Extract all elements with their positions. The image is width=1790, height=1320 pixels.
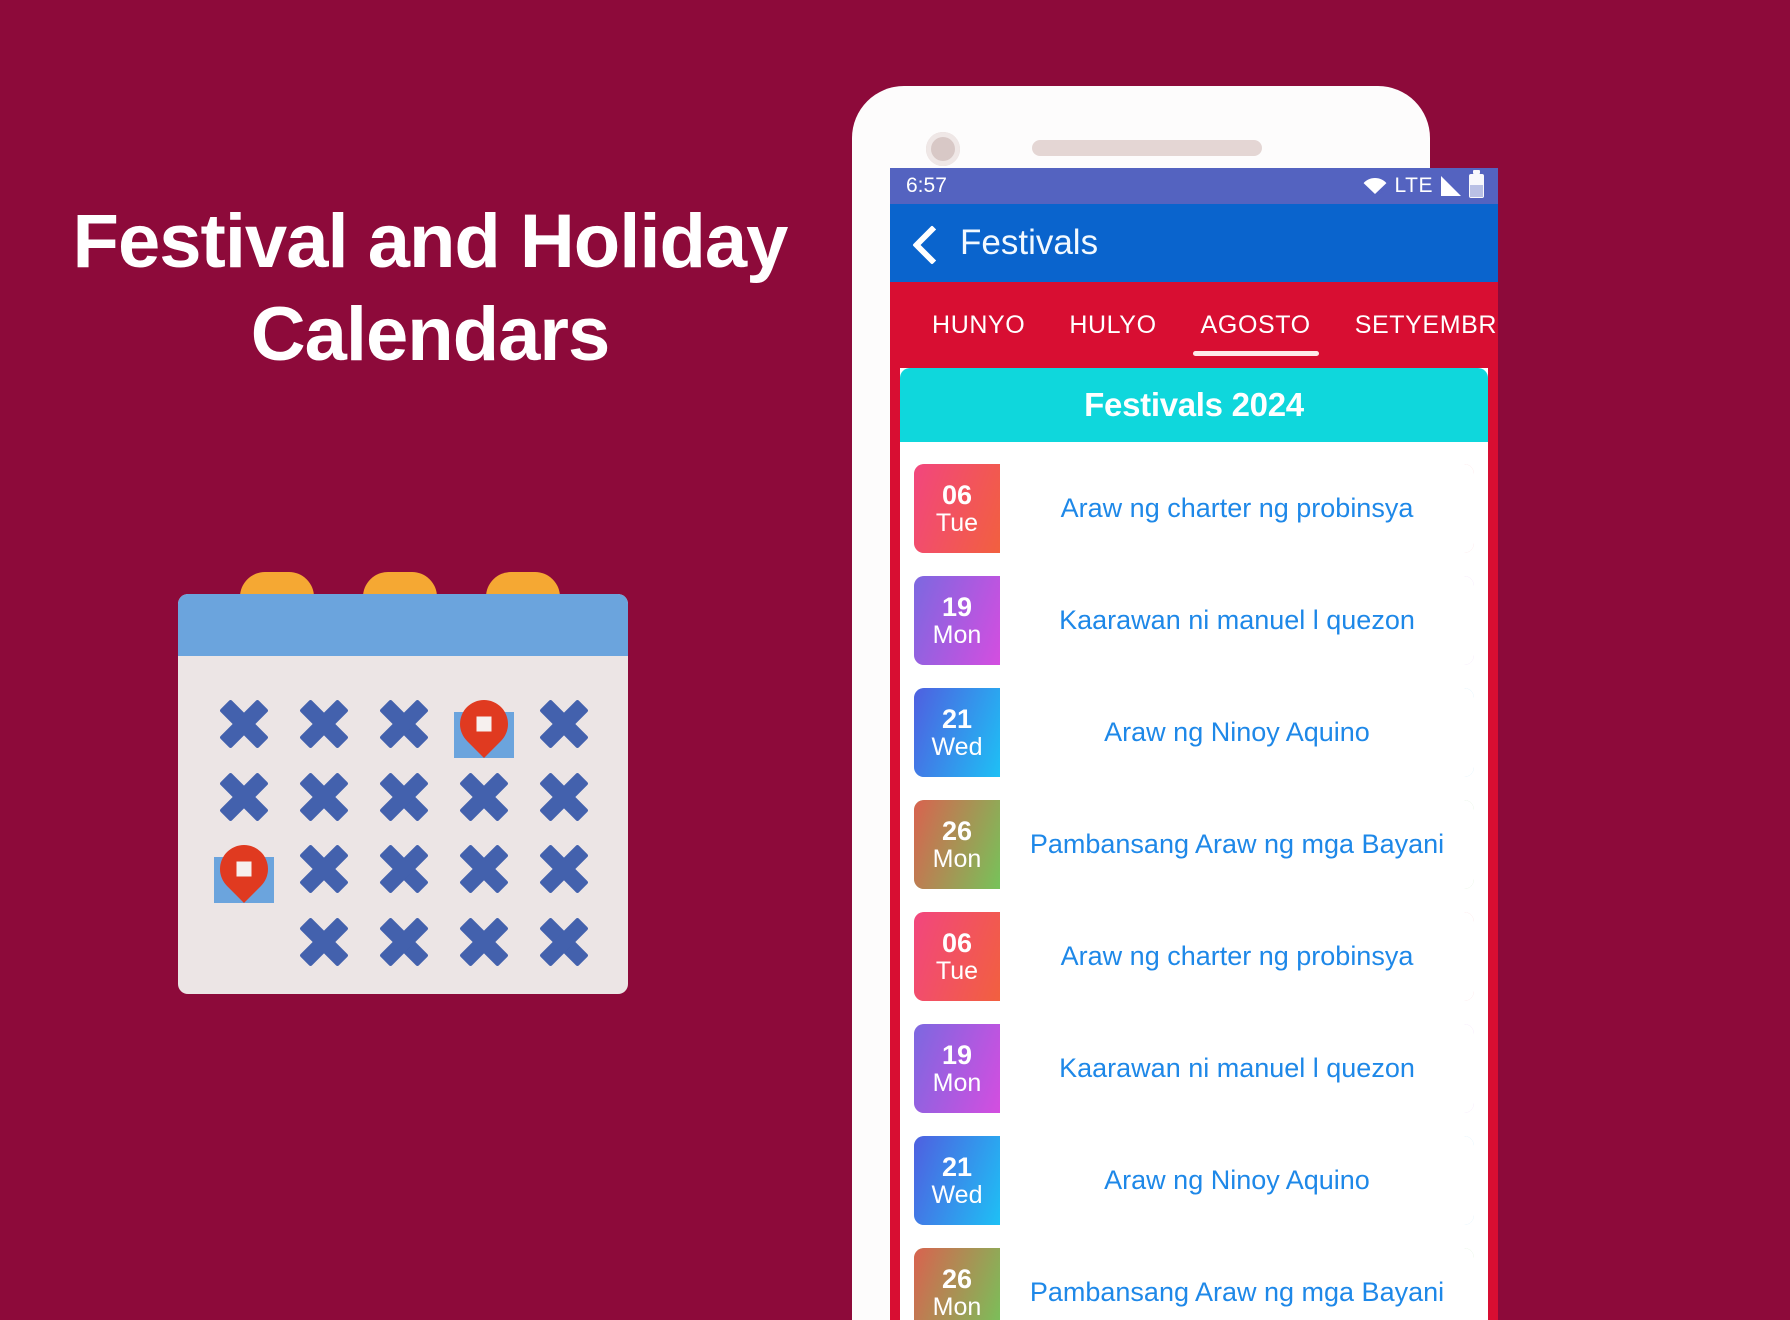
map-pin-icon [210,835,278,904]
festival-date-badge: 06 Tue [914,912,1000,1001]
festival-weekday: Tue [935,957,979,986]
festival-row[interactable]: 21 Wed Araw ng Ninoy Aquino [914,688,1474,777]
festival-title: Kaarawan ni manuel l quezon [1000,576,1474,665]
front-camera-icon [926,132,960,166]
app-bar-title: Festivals [960,223,1099,262]
banner-festivals-year: Festivals 2024 [900,368,1488,442]
tab-hulyo[interactable]: HULYO [1047,282,1178,368]
calendar-x-icon [539,844,589,894]
calendar-header-band [178,594,628,656]
svg-text:x: x [1380,186,1385,195]
festival-date-badge: 26 Mon [914,800,1000,889]
promo-title-line1: Festival and Holiday [72,199,789,284]
content-sheet: Festivals 2024 06 Tue Araw ng charter ng p… [890,368,1498,1320]
calendar-x-icon [539,699,589,749]
festival-day-number: 19 [941,1039,973,1070]
festival-row[interactable]: 21 Wed Araw ng Ninoy Aquino [914,1136,1474,1225]
festival-weekday: Mon [932,1293,982,1320]
map-pin-icon [450,690,518,759]
app-bar: Festivals [890,204,1498,282]
festival-date-badge: 21 Wed [914,1136,1000,1225]
calendar-x-icon [219,772,269,822]
promo-screenshot: Festival and Holiday Calendars 6:57 x LT… [0,0,1790,1320]
tab-hunyo[interactable]: HUNYO [910,282,1047,368]
festivals-card: Festivals 2024 06 Tue Araw ng charter ng p… [900,368,1488,1320]
promo-title-line2: Calendars [250,291,611,377]
festival-day-number: 26 [941,1263,973,1294]
festival-weekday: Mon [932,1069,982,1098]
calendar-body [178,594,628,994]
calendar-x-icon [539,917,589,967]
festival-title: Araw ng Ninoy Aquino [1000,1136,1474,1225]
festival-list: 06 Tue Araw ng charter ng probinsya 19 Mon Ka… [900,442,1488,1320]
earpiece-speaker-icon [1032,140,1262,156]
calendar-day-grid [204,688,604,978]
calendar-x-icon [299,844,349,894]
festival-date-badge: 06 Tue [914,464,1000,553]
tab-setyembre[interactable]: SETYEMBRE [1333,282,1498,368]
festival-weekday: Tue [935,509,979,538]
battery-icon [1469,170,1484,198]
wifi-off-icon: x [1363,177,1387,195]
festival-title: Araw ng charter ng probinsya [1000,464,1474,553]
festival-day-number: 06 [941,479,973,510]
signal-icon [1441,176,1461,196]
calendar-x-icon [459,844,509,894]
month-tab-bar[interactable]: O HUNYO HULYO AGOSTO SETYEMBRE OKTUBRE [890,282,1498,368]
banner-title: Festivals 2024 [1084,386,1304,423]
network-type-label: LTE [1394,174,1433,197]
festival-title: Araw ng charter ng probinsya [1000,912,1474,1001]
calendar-x-icon [299,917,349,967]
tab-mayo[interactable]: O [890,282,910,368]
status-bar: 6:57 x LTE [890,168,1498,204]
status-bar-time: 6:57 [906,174,947,197]
festival-row[interactable]: 06 Tue Araw ng charter ng probinsya [914,464,1474,553]
calendar-x-icon [219,699,269,749]
festival-row[interactable]: 06 Tue Araw ng charter ng probinsya [914,912,1474,1001]
festival-title: Araw ng Ninoy Aquino [1000,688,1474,777]
chevron-left-icon[interactable] [912,223,938,263]
festival-weekday: Wed [931,1181,983,1210]
festival-day-number: 26 [941,815,973,846]
festival-title: Pambansang Araw ng mga Bayani [1000,800,1474,889]
festival-day-number: 19 [941,591,973,622]
festival-weekday: Mon [932,845,982,874]
festival-day-number: 06 [941,927,973,958]
phone-mockup: 6:57 x LTE Festivals HUNYO HULYO AGOSTO … [852,86,1498,1320]
festival-date-badge: 19 Mon [914,576,1000,665]
festival-row[interactable]: 19 Mon Kaarawan ni manuel l quezon [914,1024,1474,1113]
calendar-x-icon [459,917,509,967]
festival-date-badge: 21 Wed [914,688,1000,777]
festival-weekday: Mon [932,621,982,650]
festival-title: Kaarawan ni manuel l quezon [1000,1024,1474,1113]
calendar-x-icon [379,917,429,967]
calendar-x-icon [299,772,349,822]
festival-row[interactable]: 26 Mon Pambansang Araw ng mga Bayani [914,800,1474,889]
calendar-x-icon [379,699,429,749]
festival-date-badge: 26 Mon [914,1248,1000,1320]
festival-date-badge: 19 Mon [914,1024,1000,1113]
calendar-illustration [178,572,630,1024]
calendar-x-icon [459,772,509,822]
festival-row[interactable]: 26 Mon Pambansang Araw ng mga Bayani [914,1248,1474,1320]
tab-agosto[interactable]: AGOSTO [1179,282,1333,368]
festival-row[interactable]: 19 Mon Kaarawan ni manuel l quezon [914,576,1474,665]
calendar-x-icon [299,699,349,749]
calendar-x-icon [379,772,429,822]
festival-weekday: Wed [931,733,983,762]
status-bar-icons: x LTE [1363,170,1484,198]
phone-screen: 6:57 x LTE Festivals HUNYO HULYO AGOSTO … [890,168,1498,1320]
festival-day-number: 21 [941,703,973,734]
calendar-x-icon [379,844,429,894]
page-title: Festival and Holiday Calendars [0,196,860,381]
calendar-x-icon [539,772,589,822]
festival-title: Pambansang Araw ng mga Bayani [1000,1248,1474,1320]
festival-day-number: 21 [941,1151,973,1182]
